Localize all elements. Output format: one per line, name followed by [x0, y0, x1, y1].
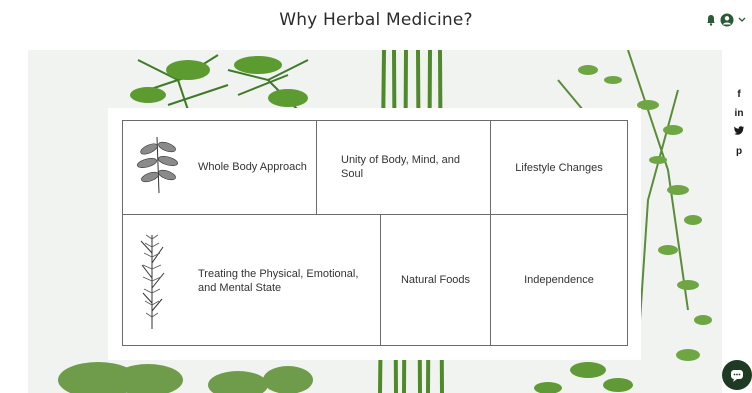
feature-cell: Natural Foods: [381, 215, 490, 345]
feature-cell: Lifestyle Changes: [491, 121, 627, 214]
chevron-down-icon[interactable]: [738, 17, 746, 23]
page-title: Why Herbal Medicine?: [279, 10, 473, 30]
user-icon[interactable]: [720, 13, 734, 27]
site-header: Why Herbal Medicine?: [0, 0, 752, 46]
bell-icon[interactable]: [706, 14, 716, 26]
sage-sketch-icon: [136, 135, 179, 199]
feature-cell: Unity of Body, Mind, and Soul: [317, 121, 490, 214]
facebook-icon[interactable]: f: [737, 88, 740, 102]
header-icons: [706, 13, 746, 27]
chat-icon: [730, 368, 744, 387]
feature-label: Unity of Body, Mind, and Soul: [341, 154, 461, 180]
feature-cell: Treating the Physical, Emotional, and Me…: [123, 215, 380, 345]
features-grid: Whole Body Approach Unity of Body, Mind,…: [122, 120, 628, 346]
feature-label: Whole Body Approach: [198, 161, 307, 173]
social-links: f in p: [732, 88, 746, 159]
linkedin-icon[interactable]: in: [735, 107, 744, 121]
feature-label: Independence: [524, 274, 594, 286]
feature-cell: Whole Body Approach: [123, 121, 316, 214]
feature-cell: Independence: [491, 215, 627, 345]
feature-label: Natural Foods: [400, 274, 471, 286]
features-card: Whole Body Approach Unity of Body, Mind,…: [108, 108, 641, 360]
chat-button[interactable]: [722, 360, 752, 390]
feature-label: Treating the Physical, Emotional, and Me…: [198, 268, 359, 294]
pinterest-icon[interactable]: p: [736, 145, 742, 159]
feature-label: Lifestyle Changes: [515, 161, 603, 174]
rosemary-sketch-icon: [135, 233, 169, 335]
twitter-icon[interactable]: [734, 126, 744, 140]
